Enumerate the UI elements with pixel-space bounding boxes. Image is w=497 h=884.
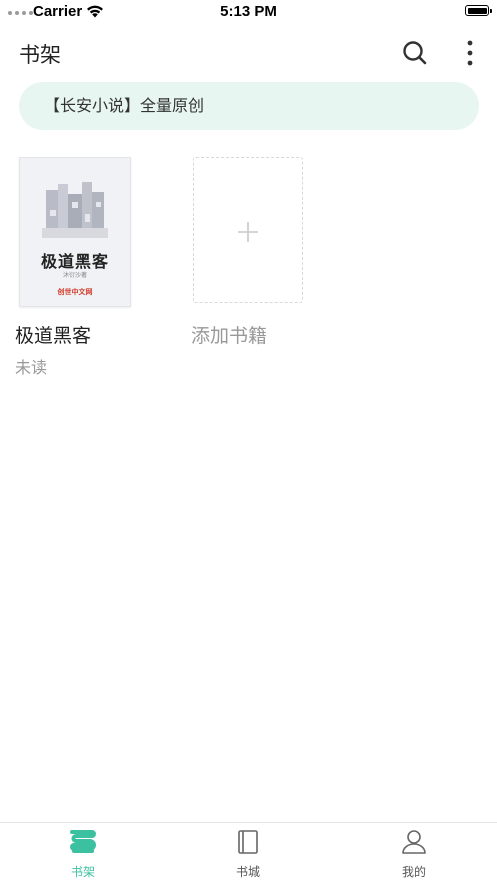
bookshelf-icon [70,830,96,853]
book-title[interactable]: 极道黑客 [15,321,91,348]
tab-bookstore[interactable]: 书城 [188,823,308,884]
book-read-status: 未读 [15,358,48,377]
more-vertical-icon[interactable] [458,38,482,68]
book-cover[interactable]: 极道黑客 沐衍沙著 创世中文网 [19,157,131,307]
notice-banner[interactable]: 【长安小说】全量原创 [19,82,479,130]
cover-title: 极道黑客 [40,252,109,271]
book-item[interactable]: 极道黑客 沐衍沙著 创世中文网 极道黑客 未读 [15,157,131,377]
add-book-button[interactable] [193,157,303,303]
tab-label: 书城 [235,865,260,879]
user-icon [402,830,426,854]
cover-author: 沐衍沙著 [62,272,87,279]
tab-mine[interactable]: 我的 [354,823,474,884]
add-book-label: 添加书籍 [191,325,268,347]
tab-label: 书架 [70,865,95,879]
notice-banner-text: 【长安小说】全量原创 [44,96,205,115]
battery-icon [465,5,492,16]
cover-publisher-logo: 创世中文网 [57,288,93,296]
page-title: 书架 [19,43,61,67]
add-book-item[interactable]: 添加书籍 [191,157,305,347]
tab-label: 我的 [401,865,426,879]
book-icon [238,830,258,854]
tab-bookshelf[interactable]: 书架 [23,823,143,884]
tab-bar: 书架 书城 我的 [0,822,497,884]
plus-icon [238,222,258,242]
cover-illustration [42,182,108,238]
search-icon[interactable] [400,38,430,68]
clock: 5:13 PM [220,3,277,20]
status-bar: Carrier 5:13 PM [0,0,497,24]
